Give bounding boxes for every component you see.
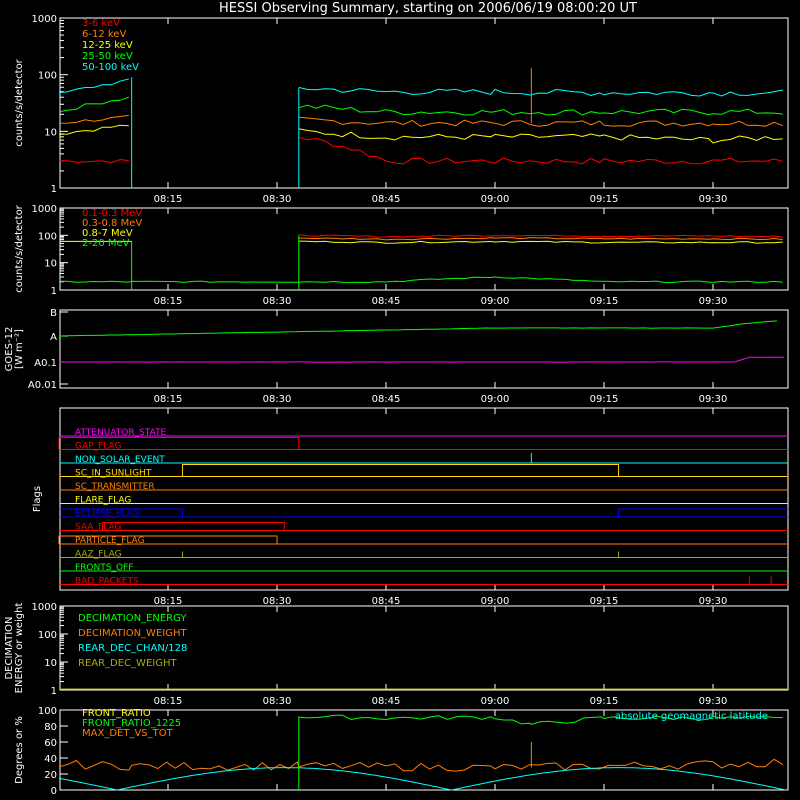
- decim-legend-entry: REAR_DEC_WEIGHT: [78, 658, 177, 669]
- lowE-legend-entry: 50-100 keV: [82, 62, 139, 73]
- goes-y-tick-label: B: [50, 308, 57, 319]
- highE-x-tick-label: 09:00: [481, 296, 510, 307]
- ratio-legend-entry: MAX_DET_VS_TOT: [82, 728, 174, 739]
- highE-y-tick-label: 1000: [32, 204, 57, 215]
- highE-x-tick-label: 09:15: [590, 296, 619, 307]
- lowE-legend-entry: 25-50 keV: [82, 51, 133, 62]
- lowE-y-axis-label: counts/s/detector: [14, 58, 25, 146]
- lowE-x-tick-label: 08:30: [263, 194, 292, 205]
- lowE-y-tick-label: 10: [44, 127, 57, 138]
- decim-y-tick-label: 1000: [32, 602, 57, 613]
- lowE-series-line: [298, 104, 783, 116]
- decim-x-tick-label: 09:15: [590, 696, 619, 707]
- lowE-frame: [59, 17, 789, 189]
- decim-x-tick-label: 08:45: [372, 696, 401, 707]
- flag-step: [60, 508, 788, 518]
- goes-x-tick-label: 09:15: [590, 394, 619, 405]
- flag-step: [102, 522, 285, 531]
- lowE-series-line: [58, 124, 129, 135]
- ratio-y-tick-label: 80: [44, 722, 57, 733]
- flags-x-tick-label: 09:15: [590, 596, 619, 607]
- ratio-series-line: [58, 758, 784, 772]
- highE-series-line: [58, 276, 783, 284]
- goes-series-line: [58, 356, 785, 363]
- lowE-y-tick-label: 100: [38, 71, 57, 82]
- lowE-legend-entry: 3-6 keV: [82, 18, 120, 29]
- lowE-series-line: [58, 159, 129, 164]
- flags-x-tick-label: 08:30: [263, 596, 292, 607]
- lowE-x-tick-label: 08:45: [372, 194, 401, 205]
- decim-y-axis-label: ENERGY or weight: [14, 603, 25, 694]
- decim-x-tick-label: 08:15: [154, 696, 183, 707]
- highE-y-tick-label: 1: [51, 286, 57, 297]
- goes-frame: [59, 309, 789, 389]
- decim-legend-entry: REAR_DEC_CHAN/128: [78, 643, 187, 654]
- ratio-annotation: absolute geomagnetic latitude: [615, 711, 768, 722]
- decim-y-tick-label: 10: [44, 658, 57, 669]
- lowE-x-tick-label: 09:00: [481, 194, 510, 205]
- decim-legend-entry: DECIMATION_ENERGY: [78, 613, 187, 624]
- ratio-y-tick-label: 20: [44, 770, 57, 781]
- lowE-series-line: [58, 78, 129, 94]
- lowE-x-tick-label: 09:30: [699, 194, 728, 205]
- ratio-y-tick-label: 60: [44, 738, 57, 749]
- lowE-series-line: [298, 86, 783, 97]
- decim-x-tick-label: 09:00: [481, 696, 510, 707]
- highE-y-tick-label: 100: [38, 231, 57, 242]
- hessi-summary-figure: HESSI Observing Summary, starting on 200…: [0, 0, 800, 800]
- goes-y-axis-label: [W m⁻²]: [14, 329, 25, 369]
- lowE-series-line: [58, 114, 129, 124]
- goes-x-tick-label: 09:30: [699, 394, 728, 405]
- highE-frame: [59, 207, 789, 291]
- highE-legend-entry: 2-20 MeV: [82, 238, 130, 249]
- lowE-series-line: [298, 136, 783, 165]
- goes-y-tick-label: A0.01: [28, 380, 57, 391]
- decim-x-tick-label: 08:30: [263, 696, 292, 707]
- highE-x-tick-label: 08:45: [372, 296, 401, 307]
- decim-y-tick-label: 1: [51, 686, 57, 697]
- goes-x-tick-label: 08:15: [154, 394, 183, 405]
- goes-x-tick-label: 09:00: [481, 394, 510, 405]
- lowE-series-line: [298, 116, 783, 127]
- flags-y-axis-label: Flags: [32, 486, 43, 512]
- highE-series-line: [298, 240, 783, 244]
- ratio-y-tick-label: 40: [44, 754, 57, 765]
- decim-x-tick-label: 09:30: [699, 696, 728, 707]
- chart-canvas: HESSI Observing Summary, starting on 200…: [4, 1, 789, 797]
- goes-x-tick-label: 08:45: [372, 394, 401, 405]
- flags-x-tick-label: 09:00: [481, 596, 510, 607]
- decim-y-tick-label: 100: [38, 630, 57, 641]
- flags-frame: [59, 407, 789, 591]
- goes-series-line: [58, 320, 777, 337]
- flag-step: [182, 464, 620, 477]
- lowE-series-line: [298, 128, 783, 144]
- goes-x-tick-label: 08:30: [263, 394, 292, 405]
- lowE-y-tick-label: 1: [51, 184, 57, 195]
- goes-y-tick-label: A0.1: [34, 358, 57, 369]
- decim-legend-entry: DECIMATION_WEIGHT: [78, 628, 187, 639]
- flags-x-tick-label: 09:30: [699, 596, 728, 607]
- chart-title: HESSI Observing Summary, starting on 200…: [219, 1, 637, 16]
- flags-x-tick-label: 08:15: [154, 596, 183, 607]
- highE-series-line: [298, 234, 783, 238]
- highE-series-line: [298, 237, 783, 241]
- ratio-y-tick-label: 0: [51, 786, 57, 797]
- lowE-y-tick-label: 1000: [32, 14, 57, 25]
- lowE-series-line: [58, 96, 129, 113]
- flags-x-tick-label: 08:45: [372, 596, 401, 607]
- highE-y-axis-label: counts/s/detector: [14, 204, 25, 292]
- highE-x-tick-label: 08:30: [263, 296, 292, 307]
- lowE-legend-entry: 12-25 keV: [82, 40, 133, 51]
- lowE-x-tick-label: 08:15: [154, 194, 183, 205]
- ratio-y-axis-label: Degrees or %: [14, 716, 25, 784]
- highE-x-tick-label: 09:30: [699, 296, 728, 307]
- goes-y-tick-label: A: [50, 332, 57, 343]
- ratio-y-tick-label: 100: [38, 706, 57, 717]
- lowE-x-tick-label: 09:15: [590, 194, 619, 205]
- lowE-legend-entry: 6-12 keV: [82, 29, 126, 40]
- highE-y-tick-label: 10: [44, 259, 57, 270]
- highE-x-tick-label: 08:15: [154, 296, 183, 307]
